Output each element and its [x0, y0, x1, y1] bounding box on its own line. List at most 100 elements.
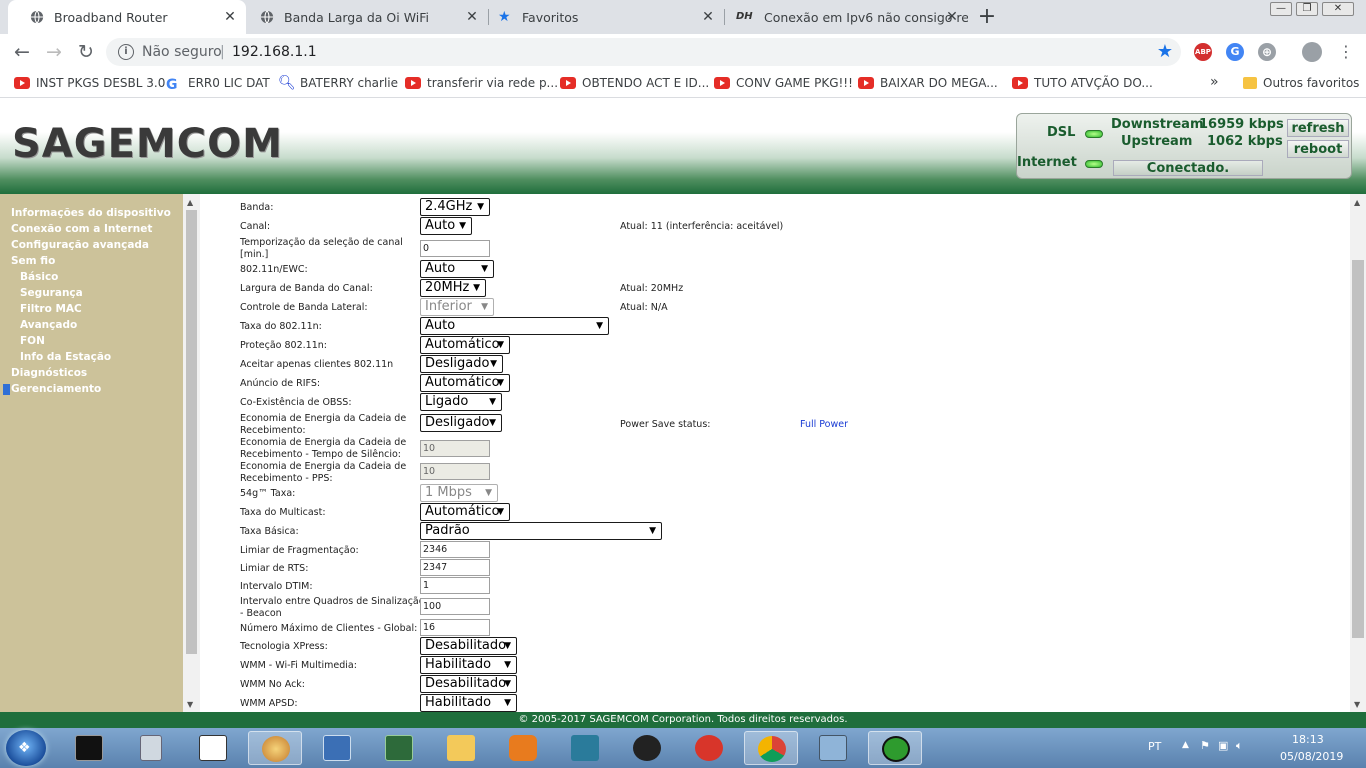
profile-avatar-icon[interactable] — [1302, 42, 1322, 62]
bookmarks-overflow-button[interactable]: » — [1210, 74, 1219, 90]
n-only-select[interactable]: Desligado ▼ — [420, 355, 503, 373]
clock-time[interactable]: 18:13 — [1292, 733, 1324, 746]
basic-rate-select[interactable]: Padrão ▼ — [420, 522, 662, 540]
taskbar-explorer[interactable] — [434, 731, 488, 765]
translate-icon[interactable]: G — [1226, 43, 1244, 61]
tab-broadband-router[interactable]: Broadband Router ✕ — [8, 0, 246, 34]
adblock-plus-icon[interactable]: ABP — [1194, 43, 1212, 61]
taskbar-utorrent[interactable] — [868, 731, 922, 765]
taskbar-nox[interactable] — [620, 731, 674, 765]
url-text[interactable]: 192.168.1.1 — [232, 44, 317, 60]
taskbar-paint[interactable] — [248, 731, 302, 765]
sidebar-item-advanced[interactable]: Avançado — [20, 319, 77, 331]
tray-expand-icon[interactable]: ▲ — [1182, 740, 1189, 750]
taskbar-calculator[interactable] — [124, 731, 178, 765]
taskbar-chrome[interactable] — [744, 731, 798, 765]
close-window-button[interactable]: ✕ — [1322, 2, 1354, 16]
xpress-select[interactable]: Desabilitado ▼ — [420, 637, 517, 655]
g-rate-select[interactable]: 1 Mbps ▼ — [420, 484, 498, 502]
sidebar-item-management[interactable]: Gerenciamento — [11, 383, 101, 395]
scroll-up-arrow-icon[interactable]: ▲ — [1354, 198, 1360, 207]
tab-favoritos[interactable]: ★ Favoritos ✕ — [476, 0, 724, 34]
dtim-input[interactable]: 1 — [420, 577, 490, 594]
taskbar-remote-desktop[interactable] — [310, 731, 364, 765]
band-select[interactable]: 2.4GHz ▼ — [420, 198, 490, 216]
scroll-down-arrow-icon[interactable]: ▼ — [1354, 700, 1360, 709]
forward-arrow-icon[interactable]: → — [42, 40, 66, 64]
reload-icon[interactable]: ↻ — [74, 40, 98, 64]
info-icon[interactable]: i — [118, 44, 134, 60]
taskbar-cmd[interactable] — [62, 731, 116, 765]
tab-banda-larga[interactable]: Banda Larga da Oi WiFi ✕ — [238, 0, 488, 34]
bookmark-item[interactable]: OBTENDO ACT E ID... — [560, 76, 709, 90]
menu-kebab-icon[interactable]: ⋮ — [1334, 40, 1358, 64]
extension-globe-icon[interactable]: ⊕ — [1258, 43, 1276, 61]
taskbar-task-manager[interactable] — [372, 731, 426, 765]
bookmark-item[interactable]: TUTO ATVÇÃO DO... — [1012, 76, 1153, 90]
rx-powersave-select[interactable]: Desligado ▼ — [420, 414, 502, 432]
multicast-rate-select[interactable]: Automático ▼ — [420, 503, 510, 521]
sidebar-item-device-info[interactable]: Informações do dispositivo — [11, 207, 171, 219]
sidebar-item-basic[interactable]: Básico — [20, 271, 58, 283]
network-icon[interactable]: ▣ — [1218, 739, 1228, 752]
ewc-select[interactable]: Auto ▼ — [420, 260, 494, 278]
scroll-up-arrow-icon[interactable]: ▲ — [187, 198, 193, 207]
sidebar-item-internet-connection[interactable]: Conexão com a Internet — [11, 223, 152, 235]
taskbar-control-panel[interactable] — [806, 731, 860, 765]
close-tab-icon[interactable]: ✕ — [222, 9, 238, 25]
wmm-apsd-select[interactable]: Habilitado ▼ — [420, 694, 517, 712]
minimize-button[interactable]: — — [1270, 2, 1292, 16]
flag-icon[interactable]: ⚑ — [1200, 739, 1210, 752]
max-clients-input[interactable]: 16 — [420, 619, 490, 636]
wmm-noack-select[interactable]: Desabilitado ▼ — [420, 675, 517, 693]
quiet-time-input[interactable]: 10 — [420, 440, 490, 457]
fragmentation-input[interactable]: 2346 — [420, 541, 490, 558]
volume-icon[interactable]: 🔈︎ — [1236, 739, 1243, 753]
start-button[interactable]: ❖ — [6, 730, 46, 766]
new-tab-button[interactable]: + — [977, 4, 997, 29]
sidebar-item-security[interactable]: Segurança — [20, 287, 83, 299]
bookmark-item[interactable]: transferir via rede p... — [405, 76, 558, 90]
bookmark-star-icon[interactable]: ★ — [1157, 41, 1173, 62]
bookmark-item[interactable]: BAIXAR DO MEGA... — [858, 76, 998, 90]
language-indicator[interactable]: PT — [1148, 740, 1161, 753]
scroll-down-arrow-icon[interactable]: ▼ — [187, 700, 193, 709]
tab-ipv6[interactable]: DH Conexão em Ipv6 não consigo re ✕ — [714, 0, 968, 34]
bookmark-item[interactable]: G ERR0 LIC DAT — [166, 76, 270, 93]
wmm-select[interactable]: Habilitado ▼ — [420, 656, 517, 674]
sidebar-item-station-info[interactable]: Info da Estação — [20, 351, 111, 363]
obss-select[interactable]: Ligado ▼ — [420, 393, 502, 411]
refresh-button[interactable]: refresh — [1287, 119, 1349, 137]
back-arrow-icon[interactable]: ← — [10, 40, 34, 64]
restore-button[interactable]: ❐ — [1296, 2, 1318, 16]
sidebar-scrollbar[interactable]: ▲ ▼ — [183, 194, 200, 712]
sidebar-item-fon[interactable]: FON — [20, 335, 45, 347]
bookmark-item[interactable]: 🔍︎ BATERRY charlie — [278, 76, 398, 90]
page-scrollbar[interactable]: ▲ ▼ — [1350, 194, 1366, 712]
sidebar-item-mac-filter[interactable]: Filtro MAC — [20, 303, 82, 315]
page-scroll-thumb[interactable] — [1352, 260, 1364, 638]
n-protection-select[interactable]: Automático ▼ — [420, 336, 510, 354]
other-bookmarks[interactable]: Outros favoritos — [1243, 76, 1359, 90]
close-tab-icon[interactable]: ✕ — [944, 9, 960, 25]
sidebar-item-advanced-config[interactable]: Configuração avançada — [11, 239, 149, 251]
sideband-select[interactable]: Inferior ▼ — [420, 298, 494, 316]
bookmark-item[interactable]: INST PKGS DESBL 3.0 — [14, 76, 165, 90]
rifs-select[interactable]: Automático ▼ — [420, 374, 510, 392]
rts-input[interactable]: 2347 — [420, 559, 490, 576]
beacon-input[interactable]: 100 — [420, 598, 490, 615]
clock-date[interactable]: 05/08/2019 — [1280, 750, 1343, 763]
taskbar-media-player[interactable] — [496, 731, 550, 765]
pps-input[interactable]: 10 — [420, 463, 490, 480]
n-rate-select[interactable]: Auto ▼ — [420, 317, 609, 335]
reboot-button[interactable]: reboot — [1287, 140, 1349, 158]
taskbar-ccleaner[interactable] — [682, 731, 736, 765]
sidebar-scroll-thumb[interactable] — [186, 210, 197, 654]
taskbar-notepad[interactable] — [186, 731, 240, 765]
bookmark-item[interactable]: CONV GAME PKG!!! — [714, 76, 853, 90]
sidebar-item-diagnostics[interactable]: Diagnósticos — [11, 367, 87, 379]
taskbar-app[interactable] — [558, 731, 612, 765]
bandwidth-select[interactable]: 20MHz ▼ — [420, 279, 486, 297]
sidebar-item-wireless[interactable]: Sem fio — [11, 255, 55, 267]
address-bar[interactable]: i Não seguro | 192.168.1.1 ★ — [106, 38, 1181, 66]
